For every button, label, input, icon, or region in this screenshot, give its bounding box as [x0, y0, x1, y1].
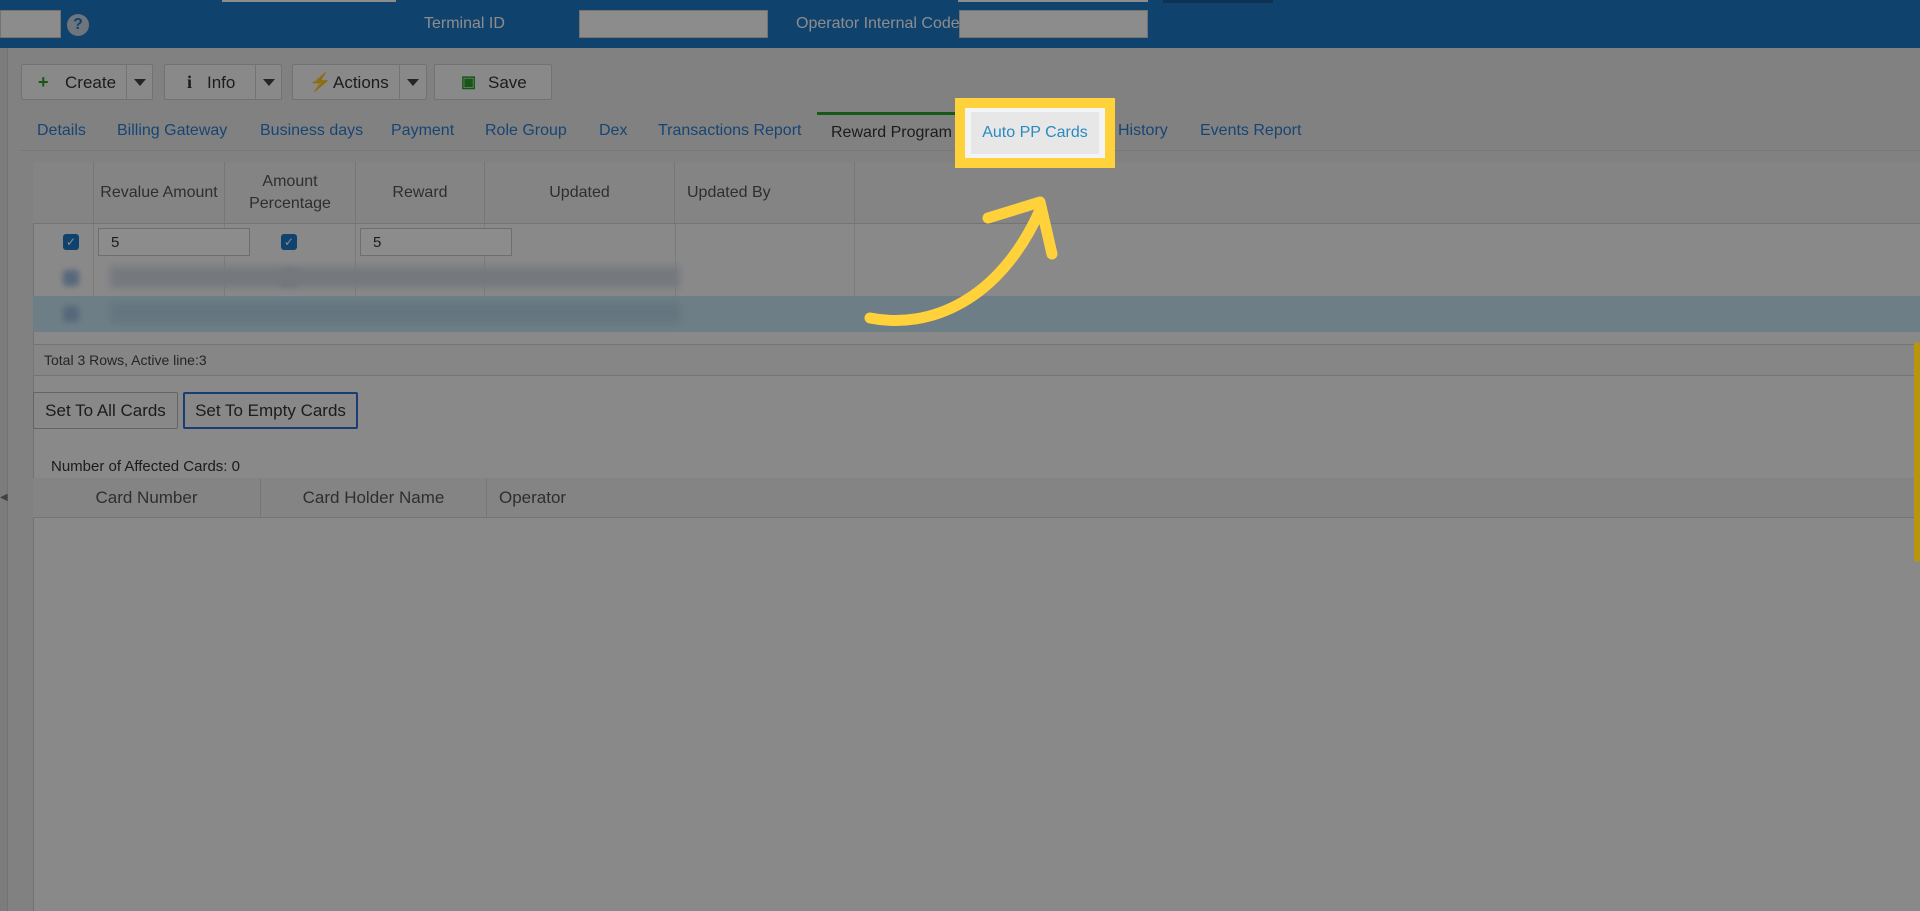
tab-auto-pp-cards[interactable]: Auto PP Cards	[971, 112, 1099, 154]
tab-details[interactable]: Details	[37, 122, 86, 140]
tab-history[interactable]: History	[1118, 122, 1168, 140]
table-row[interactable]: ✓ 5 ✓ 5	[33, 226, 1920, 258]
tab-reward-program[interactable]: Reward Program	[831, 124, 952, 142]
blurred-row	[110, 302, 680, 324]
reward-input[interactable]: 5	[360, 228, 512, 256]
operator-header[interactable]: Operator	[487, 478, 687, 518]
revalue-amount-input[interactable]: 5	[98, 228, 250, 256]
create-label: Create	[65, 73, 117, 92]
actions-label: Actions	[333, 73, 389, 92]
plus-icon: +	[38, 72, 49, 92]
select-column-header	[33, 162, 94, 224]
header-field-left[interactable]	[0, 10, 61, 38]
save-button[interactable]: ▣ Save	[434, 64, 552, 100]
button-separator	[126, 65, 127, 99]
row-checkbox[interactable]: ✓	[63, 234, 79, 250]
tab-payment[interactable]: Payment	[391, 122, 454, 140]
tab-events-report[interactable]: Events Report	[1200, 122, 1301, 140]
chevron-down-icon[interactable]	[263, 79, 275, 86]
amount-percentage-header[interactable]: Amount Percentage	[225, 162, 356, 224]
blurred-row	[110, 266, 680, 288]
button-separator	[255, 65, 256, 99]
blurred-checkbox	[63, 270, 79, 286]
set-to-all-cards-button[interactable]: Set To All Cards	[33, 392, 178, 429]
operator-internal-code-label: Operator Internal Code	[796, 15, 960, 32]
help-icon[interactable]: ?	[67, 14, 89, 36]
info-button[interactable]: i Info	[164, 64, 282, 100]
chevron-down-icon[interactable]	[134, 79, 146, 86]
header-top-line	[1163, 0, 1273, 3]
highlight-frame: Auto PP Cards	[955, 98, 1115, 168]
tab-billing-gateway[interactable]: Billing Gateway	[117, 122, 227, 140]
set-to-empty-cards-button[interactable]: Set To Empty Cards	[183, 392, 358, 429]
tab-role-group[interactable]: Role Group	[485, 122, 567, 140]
save-label: Save	[488, 73, 527, 92]
card-holder-name-header[interactable]: Card Holder Name	[261, 478, 487, 518]
terminal-id-label: Terminal ID	[424, 15, 505, 32]
header-top-line	[958, 0, 1148, 2]
collapse-arrow-icon[interactable]: ◀	[0, 492, 8, 503]
tab-business-days[interactable]: Business days	[260, 122, 363, 140]
affected-cards-count: Number of Affected Cards: 0	[51, 458, 240, 475]
active-tab-indicator	[817, 112, 965, 115]
amount-percentage-checkbox[interactable]: ✓	[281, 234, 297, 250]
card-number-header[interactable]: Card Number	[33, 478, 261, 518]
right-edge-accent	[1914, 342, 1920, 562]
left-sidebar-strip	[0, 48, 8, 911]
tab-transactions-report[interactable]: Transactions Report	[658, 122, 801, 140]
save-icon: ▣	[461, 74, 477, 91]
updated-by-header[interactable]: Updated By	[675, 162, 855, 224]
updated-header[interactable]: Updated	[485, 162, 675, 224]
revalue-amount-header[interactable]: Revalue Amount	[94, 162, 225, 224]
actions-button[interactable]: ⚡ Actions	[292, 64, 427, 100]
operator-internal-code-input[interactable]	[959, 10, 1148, 38]
lightning-icon: ⚡	[309, 72, 332, 92]
info-icon: i	[187, 72, 193, 92]
reward-grid-header: Revalue Amount Amount Percentage Reward …	[33, 162, 1920, 224]
reward-header[interactable]: Reward	[356, 162, 485, 224]
create-button[interactable]: + Create	[21, 64, 153, 100]
info-label: Info	[207, 73, 236, 92]
blurred-checkbox	[63, 306, 79, 322]
grid-footer-status: Total 3 Rows, Active line:3	[33, 344, 1920, 376]
tab-dex[interactable]: Dex	[599, 122, 627, 140]
button-separator	[399, 65, 400, 99]
terminal-id-input[interactable]	[579, 10, 768, 38]
chevron-down-icon[interactable]	[407, 79, 419, 86]
header-top-line	[222, 0, 396, 2]
top-header-bar: ? Terminal ID Operator Internal Code	[0, 0, 1920, 48]
cards-grid-header: Card Number Card Holder Name Operator	[33, 478, 1920, 518]
